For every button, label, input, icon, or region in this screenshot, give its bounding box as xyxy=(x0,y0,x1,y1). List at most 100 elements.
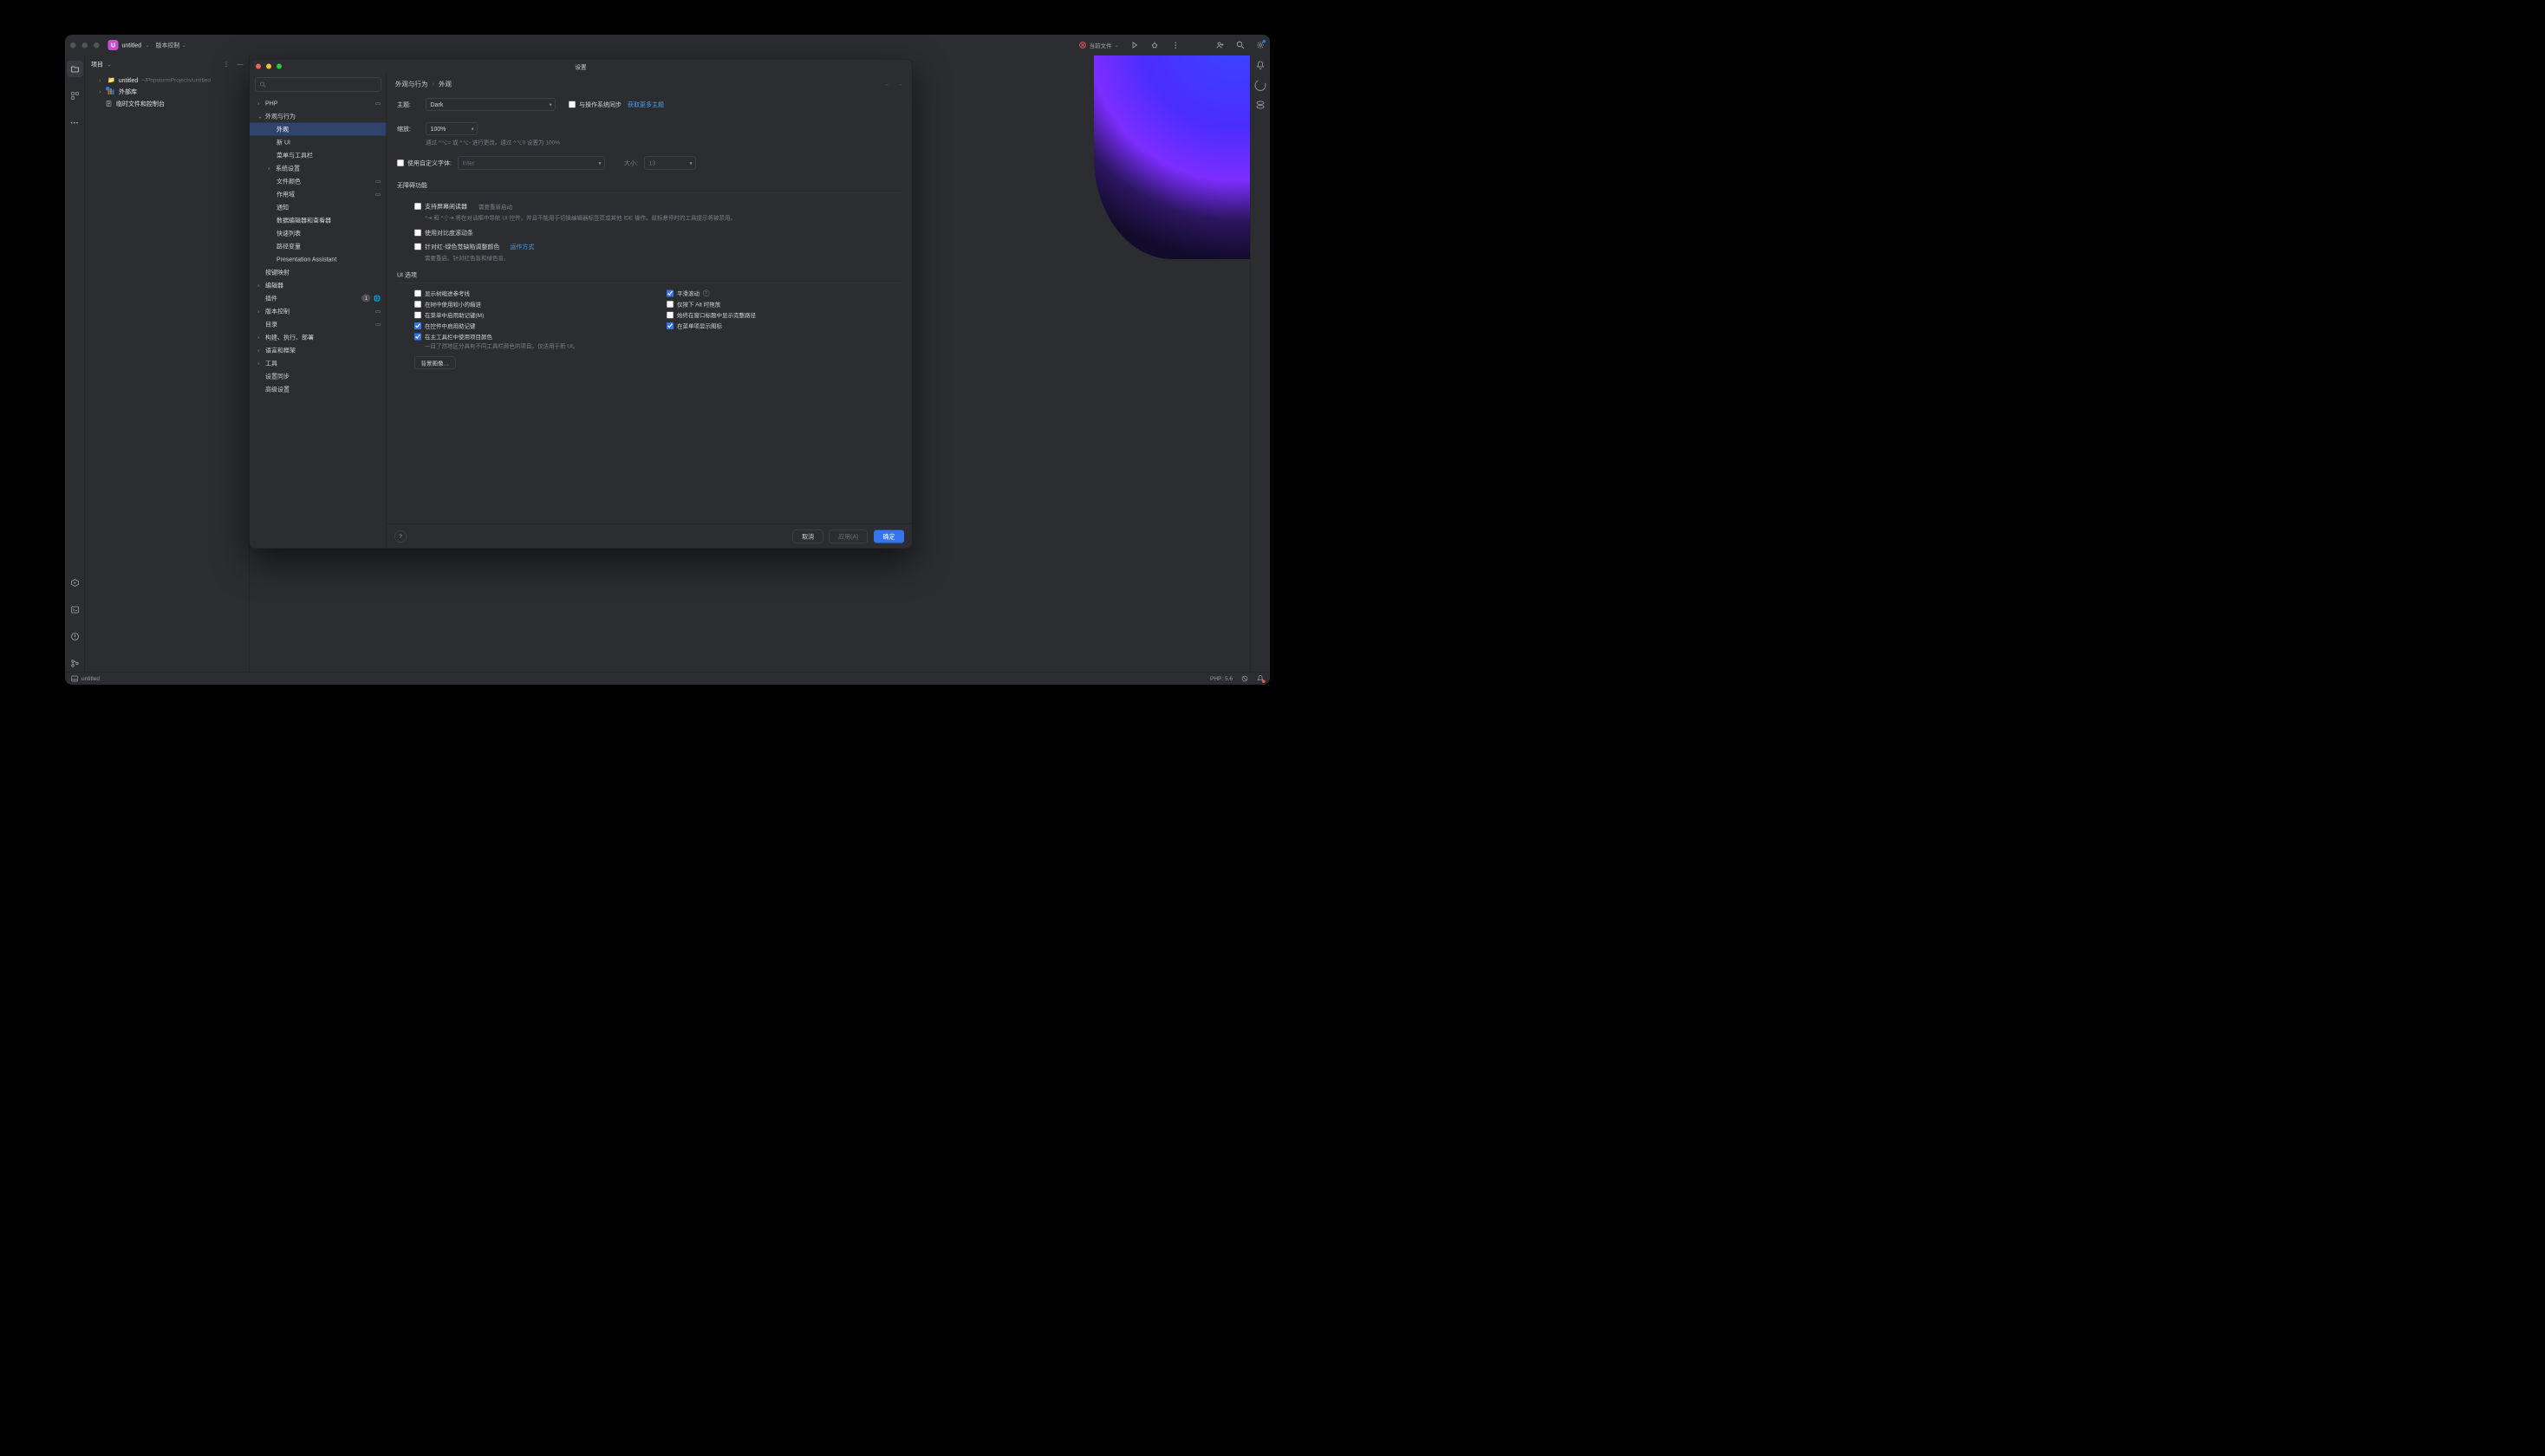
problems-tool-icon[interactable] xyxy=(67,628,83,645)
history-back-icon[interactable]: ← xyxy=(884,81,891,88)
alt-dnd-checkbox[interactable]: 仅按下 Alt 时拖放 xyxy=(667,300,901,309)
zoom-select[interactable]: 100% xyxy=(426,122,478,135)
settings-gear-icon[interactable] xyxy=(1256,41,1265,49)
nav-plugins[interactable]: ›插件1🌐 xyxy=(250,292,387,305)
tree-scratches[interactable]: 临时文件和控制台 xyxy=(89,98,245,110)
sync-os-checkbox[interactable]: 与操作系统同步 xyxy=(569,101,622,109)
status-bar-toggle-icon[interactable] xyxy=(71,675,78,681)
search-icon[interactable] xyxy=(1236,41,1245,49)
project-badge: U xyxy=(108,40,119,50)
nav-path-vars[interactable]: 路径变量 xyxy=(250,240,387,253)
run-icon[interactable] xyxy=(1130,41,1139,49)
more-icon[interactable] xyxy=(1170,42,1181,49)
screen-reader-checkbox[interactable]: 支持屏幕阅读器 xyxy=(414,202,467,211)
nav-editor[interactable]: ›编辑器 xyxy=(250,279,387,292)
expand-icon[interactable]: › xyxy=(99,76,104,83)
traffic-close-icon[interactable] xyxy=(70,42,76,49)
git-tool-icon[interactable] xyxy=(67,655,83,672)
nav-scopes[interactable]: 作用域▭ xyxy=(250,188,387,201)
help-icon[interactable]: ? xyxy=(703,290,710,297)
vcs-menu[interactable]: 版本控制 xyxy=(156,41,180,49)
dialog-title: 设置 xyxy=(250,62,912,71)
get-more-themes-link[interactable]: 获取更多主题 xyxy=(628,101,664,109)
services-tool-icon[interactable] xyxy=(67,575,83,591)
nav-languages[interactable]: ›语言和框架 xyxy=(250,344,387,357)
chevron-down-icon[interactable]: ⌄ xyxy=(145,42,149,49)
menu-icons-checkbox[interactable]: 在菜单项显示图标 xyxy=(667,322,901,330)
expand-icon[interactable]: › xyxy=(99,88,104,95)
full-path-title-checkbox[interactable]: 始终在窗口标题中显示完整路径 xyxy=(667,311,901,320)
project-name[interactable]: untitled xyxy=(122,42,142,49)
ok-button[interactable]: 确定 xyxy=(874,530,904,543)
font-size-select[interactable]: 13 xyxy=(644,157,696,170)
tree-root[interactable]: › 📁 untitled ~/PhpstormProjects/untitled xyxy=(89,75,245,86)
traffic-min-icon[interactable] xyxy=(82,42,88,49)
window-controls[interactable] xyxy=(70,42,100,49)
control-mnemonics-checkbox[interactable]: 在控件中启用助记键 xyxy=(414,322,649,330)
status-file[interactable]: untitled xyxy=(81,675,100,682)
structure-tool-icon[interactable] xyxy=(67,88,83,104)
run-config-selector[interactable]: 当前文件 ⌄ xyxy=(1079,41,1119,49)
nav-advanced[interactable]: ›高级设置 xyxy=(250,383,387,396)
screen-reader-restart-hint: 需要重新启动 xyxy=(478,202,512,211)
apply-button[interactable]: 应用(A) xyxy=(830,530,868,543)
terminal-tool-icon[interactable] xyxy=(67,601,83,618)
cancel-button[interactable]: 取消 xyxy=(793,530,823,543)
status-indexing-icon[interactable] xyxy=(1241,675,1248,682)
contrast-scrollbar-checkbox[interactable]: 使用对比度滚动条 xyxy=(414,229,473,237)
smaller-indents-checkbox[interactable]: 在树中使用较小的缩进 xyxy=(414,300,649,309)
tree-guides-checkbox[interactable]: 显示树缩进参考线 xyxy=(414,289,649,298)
color-deficiency-hint: 需要重启。针对红色盲和绿色盲。 xyxy=(414,254,901,263)
history-forward-icon[interactable]: → xyxy=(897,81,904,88)
debug-icon[interactable] xyxy=(1150,41,1159,49)
nav-build[interactable]: ›构建、执行、部署 xyxy=(250,331,387,344)
nav-directories[interactable]: ›目录▭ xyxy=(250,318,387,331)
status-inspections-icon[interactable] xyxy=(1257,675,1264,682)
status-php[interactable]: PHP: 5.6 xyxy=(1210,675,1233,682)
smooth-scroll-checkbox[interactable]: 平滑滚动 xyxy=(667,289,700,298)
project-tree[interactable]: › 📁 untitled ~/PhpstormProjects/untitled… xyxy=(85,73,250,112)
color-deficiency-checkbox[interactable]: 针对红-绿色觉缺陷调整颜色 xyxy=(414,243,499,251)
project-color-checkbox[interactable]: 在主工具栏中使用项目颜色 xyxy=(414,333,649,341)
nav-php[interactable]: ›PHP▭ xyxy=(250,97,387,110)
nav-version-control[interactable]: ›版本控制▭ xyxy=(250,305,387,318)
tree-external-libs[interactable]: › 外部库 xyxy=(89,86,245,98)
panel-minimize-icon[interactable]: — xyxy=(238,61,244,68)
ai-assistant-icon[interactable] xyxy=(1253,78,1267,93)
theme-select[interactable]: Dark xyxy=(426,98,556,111)
nav-notifications[interactable]: 通知 xyxy=(250,201,387,214)
more-tool-icon[interactable]: ••• xyxy=(67,114,83,131)
code-with-me-icon[interactable] xyxy=(1216,41,1225,49)
nav-keymap[interactable]: ›按键映射 xyxy=(250,266,387,279)
menu-mnemonics-checkbox[interactable]: 在菜单中启用助记键(M) xyxy=(414,311,649,320)
breadcrumb-group[interactable]: 外观与行为 xyxy=(395,80,428,89)
nav-quick-lists[interactable]: 快速列表 xyxy=(250,227,387,240)
nav-appearance-behavior[interactable]: ⌄外观与行为 xyxy=(250,110,387,123)
traffic-max-icon[interactable] xyxy=(94,42,100,49)
database-icon[interactable] xyxy=(1255,101,1265,110)
help-button[interactable]: ? xyxy=(394,530,407,543)
chevron-down-icon[interactable]: ⌄ xyxy=(182,42,186,49)
nav-system-settings[interactable]: ›系统设置 xyxy=(250,162,387,175)
settings-nav-list[interactable]: ›PHP▭ ⌄外观与行为 外观 新 UI 菜单与工具栏 ›系统设置 文件颜色▭ … xyxy=(250,96,387,549)
notifications-icon[interactable] xyxy=(1256,61,1265,70)
project-panel: 项目 ⌄ ⋮ — › 📁 untitled ~/PhpstormProjects… xyxy=(85,55,250,672)
nav-file-colors[interactable]: 文件颜色▭ xyxy=(250,175,387,188)
project-tool-icon[interactable] xyxy=(67,61,83,77)
nav-presentation[interactable]: Presentation Assistant xyxy=(250,253,387,266)
custom-font-checkbox[interactable]: 使用自定义字体: xyxy=(397,159,452,167)
nav-data-editor[interactable]: 数据编辑器和查看器 xyxy=(250,214,387,227)
how-it-works-link[interactable]: 运作方式 xyxy=(510,243,534,251)
nav-appearance[interactable]: 外观 xyxy=(250,123,387,136)
nav-new-ui[interactable]: 新 UI xyxy=(250,136,387,149)
settings-search-input[interactable] xyxy=(255,78,381,92)
panel-title[interactable]: 项目 xyxy=(91,60,103,68)
font-family-select[interactable]: Inter xyxy=(458,157,605,170)
right-tool-strip xyxy=(1250,55,1270,672)
nav-tools[interactable]: ›工具 xyxy=(250,357,387,370)
panel-more-icon[interactable]: ⋮ xyxy=(224,61,230,68)
background-image-button[interactable]: 背景图像… xyxy=(414,357,456,369)
nav-menus-toolbars[interactable]: 菜单与工具栏 xyxy=(250,149,387,162)
chevron-down-icon[interactable]: ⌄ xyxy=(107,61,112,68)
nav-settings-sync[interactable]: ›设置同步 xyxy=(250,370,387,383)
